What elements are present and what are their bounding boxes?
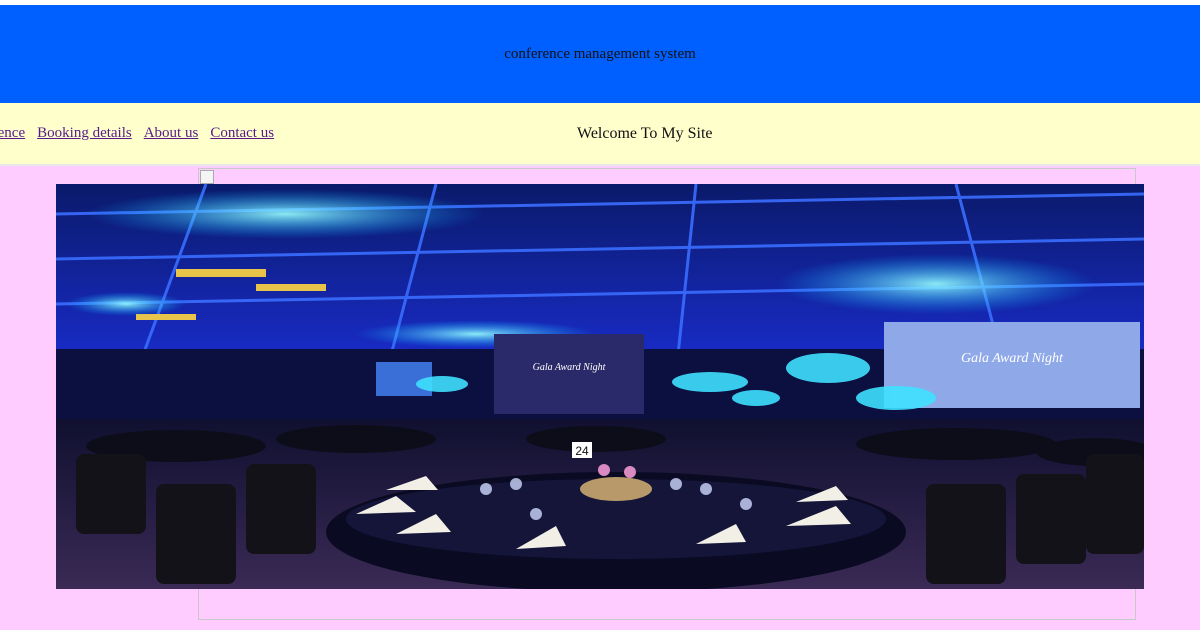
centerpiece <box>580 477 652 501</box>
site-header: conference management system <box>0 5 1200 103</box>
nav-links: erence Booking details About us Contact … <box>0 125 274 142</box>
screen-right-text: Gala Award Night <box>961 351 1064 366</box>
main-content: Gala Award Night Gala Award Night 24 <box>0 166 1200 630</box>
site-title: conference management system <box>504 45 696 62</box>
table-number-text: 24 <box>575 444 589 458</box>
nav-link-conference[interactable]: erence <box>0 125 25 142</box>
screen-center-text: Gala Award Night <box>533 362 606 373</box>
navigation-bar: erence Booking details About us Contact … <box>0 103 1200 166</box>
nav-link-contact-us[interactable]: Contact us <box>210 125 274 142</box>
welcome-text: Welcome To My Site <box>577 125 713 142</box>
screen-center <box>494 334 644 414</box>
page: conference management system erence Book… <box>0 0 1200 630</box>
hero-banner-image: Gala Award Night Gala Award Night 24 <box>56 184 1144 589</box>
nav-link-about-us[interactable]: About us <box>144 125 199 142</box>
nav-link-booking-details[interactable]: Booking details <box>37 125 132 142</box>
ballroom-illustration: Gala Award Night Gala Award Night 24 <box>56 184 1144 589</box>
broken-image-icon <box>200 170 214 184</box>
